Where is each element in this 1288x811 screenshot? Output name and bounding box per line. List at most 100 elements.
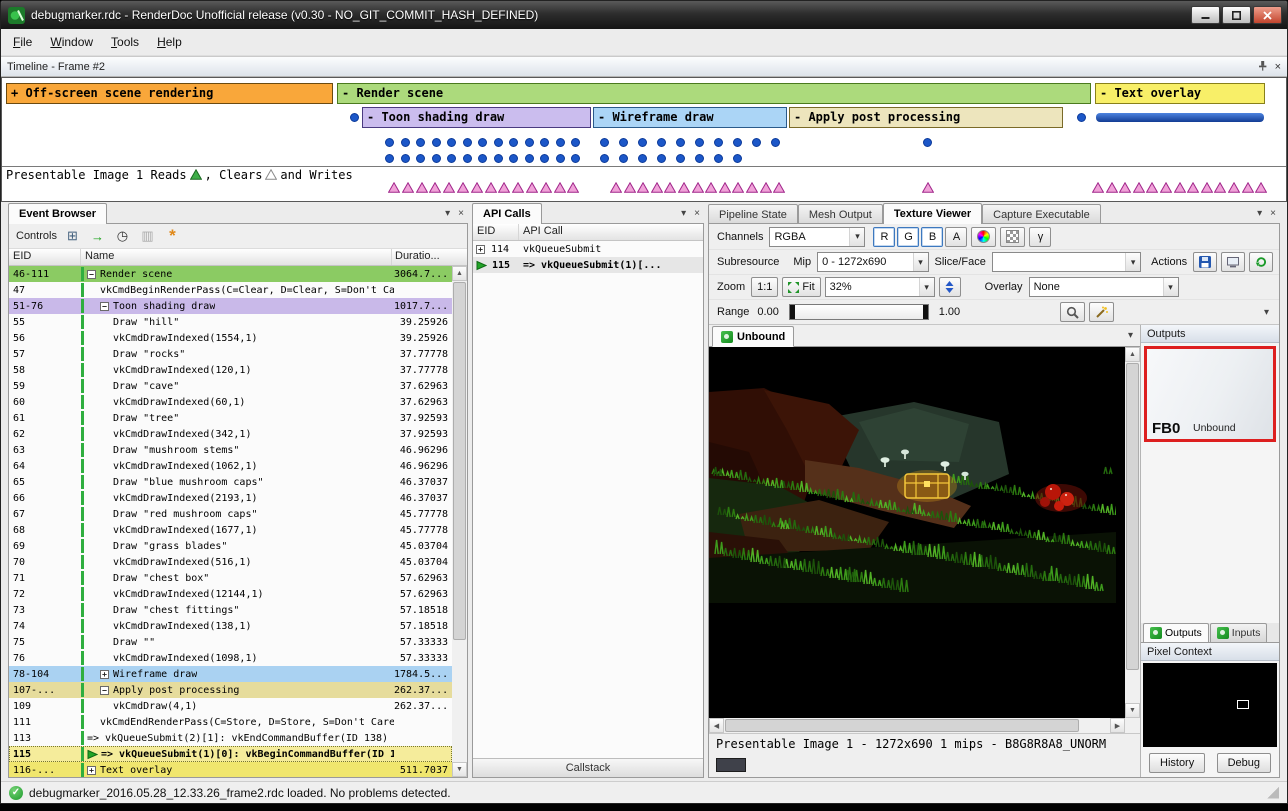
write-marker-icon[interactable] (610, 178, 622, 189)
write-marker-icon[interactable] (637, 178, 649, 189)
close-button[interactable] (1253, 6, 1282, 24)
write-marker-icon[interactable] (1201, 178, 1213, 189)
browse-icon[interactable]: ⊞ (63, 227, 82, 246)
draw-call-dot[interactable] (619, 138, 628, 147)
draw-call-dot[interactable] (525, 138, 534, 147)
draw-call-dot[interactable] (676, 154, 685, 163)
write-marker-icon[interactable] (1187, 178, 1199, 189)
title-bar[interactable]: debugmarker.rdc - RenderDoc Unofficial r… (1, 1, 1287, 29)
event-row[interactable]: 64vkCmdDrawIndexed(1062,1)46.96296 (9, 458, 452, 474)
write-marker-icon[interactable] (651, 178, 663, 189)
write-marker-icon[interactable] (457, 178, 469, 189)
tab-capture-executable[interactable]: Capture Executable (982, 204, 1101, 224)
fb0-thumbnail[interactable]: FB0 Unbound (1144, 346, 1276, 442)
write-marker-icon[interactable] (624, 178, 636, 189)
timeline-bar[interactable]: - Text overlay (1095, 83, 1265, 104)
draw-call-dot[interactable] (478, 154, 487, 163)
write-marker-icon[interactable] (1146, 178, 1158, 189)
event-row[interactable]: 65Draw "blue mushroom caps"46.37037 (9, 474, 452, 490)
event-row[interactable]: 62vkCmdDrawIndexed(342,1)37.92593 (9, 426, 452, 442)
event-row[interactable]: 78-104+Wireframe draw1784.5... (9, 666, 452, 682)
event-row[interactable]: 74vkCmdDrawIndexed(138,1)57.18518 (9, 618, 452, 634)
write-marker-icon[interactable] (719, 178, 731, 189)
column-eid[interactable]: EID (473, 224, 519, 240)
write-marker-icon[interactable] (1174, 178, 1186, 189)
tab-pipeline-state[interactable]: Pipeline State (708, 204, 798, 224)
write-marker-icon[interactable] (1214, 178, 1226, 189)
draw-call-dot[interactable] (676, 138, 685, 147)
maximize-button[interactable] (1222, 6, 1251, 24)
event-row[interactable]: 116-...+Text overlay511.7037 (9, 762, 452, 777)
write-marker-icon[interactable] (540, 178, 552, 189)
api-table-header[interactable]: EID API Call (473, 224, 703, 241)
write-marker-icon[interactable] (705, 178, 717, 189)
draw-call-dot[interactable] (571, 138, 580, 147)
event-row[interactable]: 46-111−Render scene3064.7... (9, 266, 452, 282)
write-marker-icon[interactable] (1255, 178, 1267, 189)
write-marker-icon[interactable] (746, 178, 758, 189)
scroll-right-icon[interactable]: ▶ (1110, 718, 1125, 733)
event-row[interactable]: 73Draw "chest fittings"57.18518 (9, 602, 452, 618)
event-row[interactable]: 115=> vkQueueSubmit(1)[0]: vkBeginComman… (9, 746, 452, 762)
close-icon[interactable]: × (1275, 61, 1281, 73)
texture-display[interactable] (709, 347, 1125, 718)
event-row[interactable]: 69Draw "grass blades"45.03704 (9, 538, 452, 554)
gamma-button[interactable]: γ (1029, 227, 1051, 247)
zoom-select[interactable]: 32%▾ (825, 277, 935, 297)
event-row[interactable]: 109vkCmdDraw(4,1)262.37... (9, 698, 452, 714)
scrollbar-thumb[interactable] (453, 282, 466, 640)
scroll-up-icon[interactable]: ▲ (1125, 347, 1140, 362)
draw-call-dot[interactable] (638, 154, 647, 163)
timeline-bar[interactable]: - Toon shading draw (362, 107, 591, 128)
draw-call-dot[interactable] (714, 138, 723, 147)
event-row[interactable]: 55Draw "hill"39.25926 (9, 314, 452, 330)
write-marker-icon[interactable] (388, 178, 400, 189)
range-slider[interactable] (789, 304, 929, 320)
scroll-left-icon[interactable]: ◀ (709, 718, 724, 733)
texture-vertical-scrollbar[interactable]: ▲ ▼ (1125, 347, 1140, 718)
write-marker-icon[interactable] (567, 178, 579, 189)
write-marker-icon[interactable] (1133, 178, 1145, 189)
overlay-select[interactable]: None▾ (1029, 277, 1179, 297)
event-row[interactable]: 75Draw ""57.33333 (9, 634, 452, 650)
draw-call-dot[interactable] (1077, 113, 1086, 122)
draw-call-dot[interactable] (401, 154, 410, 163)
texture-horizontal-scrollbar[interactable]: ◀ ▶ (709, 718, 1125, 733)
channel-b-button[interactable]: B (921, 227, 943, 247)
draw-call-dot[interactable] (657, 138, 666, 147)
draw-call-dot[interactable] (350, 113, 359, 122)
mip-select[interactable]: 0 - 1272x690▾ (817, 252, 928, 272)
write-marker-icon[interactable] (773, 178, 785, 189)
write-marker-icon[interactable] (429, 178, 441, 189)
write-marker-icon[interactable] (554, 178, 566, 189)
event-row[interactable]: 57Draw "rocks"37.77778 (9, 346, 452, 362)
texture-tab-unbound[interactable]: Unbound (712, 326, 794, 347)
draw-call-dot[interactable] (432, 154, 441, 163)
channel-g-button[interactable]: G (897, 227, 919, 247)
draw-call-dot[interactable] (478, 138, 487, 147)
scrollbar-thumb[interactable] (725, 719, 1079, 732)
event-row[interactable]: 107-...−Apply post processing262.37... (9, 682, 452, 698)
clock-icon[interactable]: ◷ (113, 227, 132, 246)
draw-call-dot[interactable] (695, 154, 704, 163)
draw-call-dot[interactable] (556, 138, 565, 147)
channel-r-button[interactable]: R (873, 227, 895, 247)
draw-call-dot[interactable] (540, 138, 549, 147)
event-browser-scrollbar[interactable]: ▲ ▼ (452, 266, 467, 777)
color-wheel-button[interactable] (971, 227, 996, 247)
timeline-bar[interactable]: - Render scene (337, 83, 1091, 104)
texture-image[interactable] (709, 382, 1116, 603)
event-row[interactable]: 61Draw "tree"37.92593 (9, 410, 452, 426)
flip-y-button[interactable] (939, 277, 961, 297)
write-marker-icon[interactable] (526, 178, 538, 189)
panel-close-icon[interactable]: × (454, 208, 468, 219)
draw-call-dot[interactable] (733, 154, 742, 163)
draw-call-dot[interactable] (432, 138, 441, 147)
column-eid[interactable]: EID (9, 249, 81, 265)
expand-icon[interactable]: + (87, 766, 96, 775)
collapse-icon[interactable]: − (100, 302, 109, 311)
draw-call-dot[interactable] (525, 154, 534, 163)
history-button[interactable]: History (1149, 753, 1205, 773)
draw-call-dot[interactable] (494, 138, 503, 147)
draw-call-dot[interactable] (657, 154, 666, 163)
